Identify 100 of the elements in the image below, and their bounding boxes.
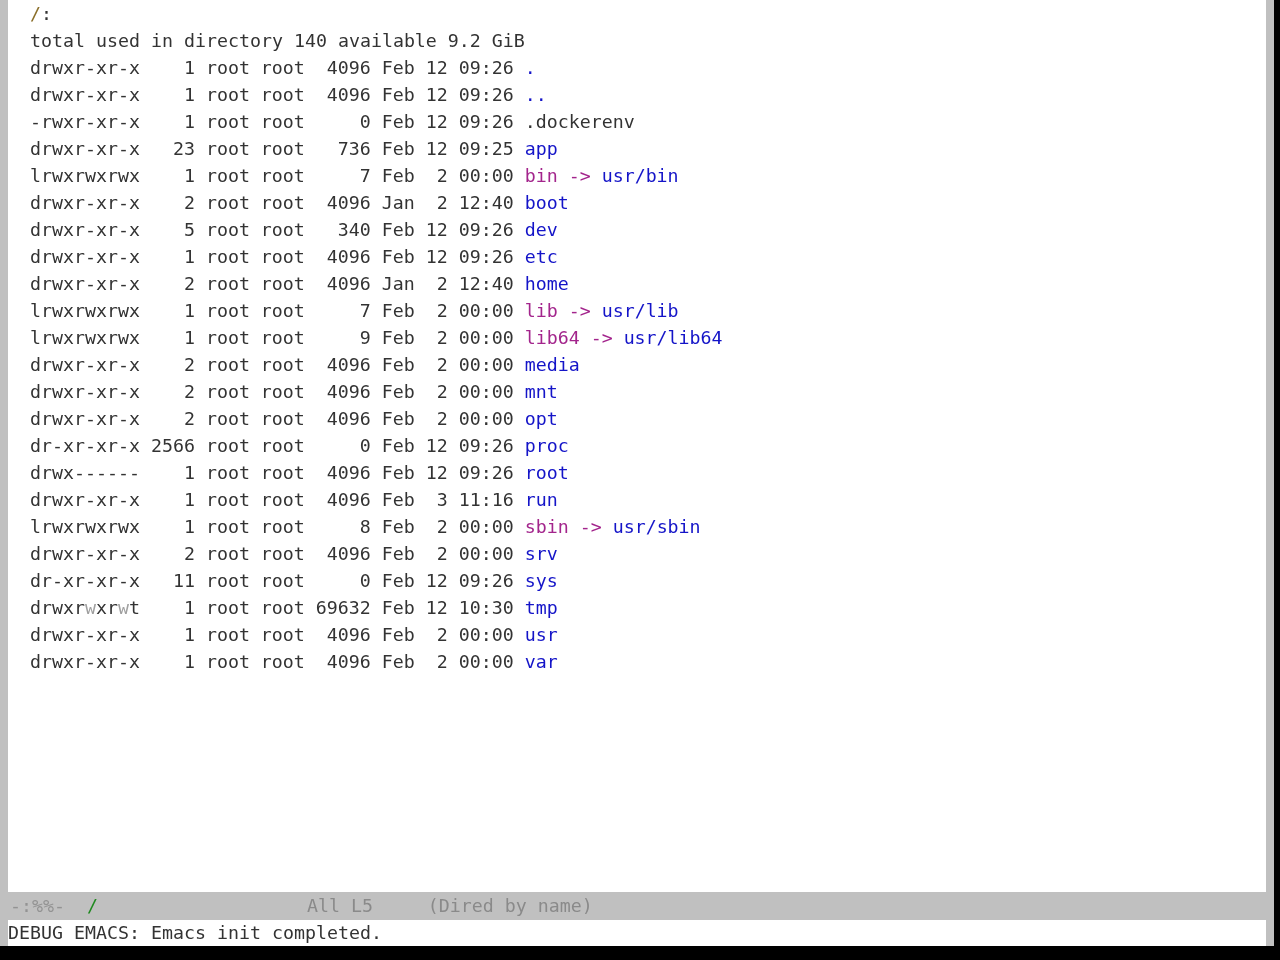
modified-month: Feb xyxy=(381,650,415,674)
symlink-name[interactable]: sbin xyxy=(524,513,569,540)
permissions-text: drwxr-xr-x xyxy=(30,380,140,404)
owner-name: root xyxy=(205,299,250,323)
link-count: 1 xyxy=(183,515,195,539)
permissions-text: lrwxrwxrwx xyxy=(30,326,140,350)
file-size: 7 xyxy=(359,299,371,323)
directory-name[interactable]: root xyxy=(524,459,569,486)
modified-day: 2 xyxy=(436,189,448,216)
permissions-text: lrwxrwxrwx xyxy=(30,164,140,188)
modified-month: Feb xyxy=(381,569,415,593)
permissions-text: drwxr-xr-x xyxy=(30,245,140,269)
permissions-text: drwxr-xr-x xyxy=(30,218,140,242)
directory-name[interactable]: run xyxy=(524,486,558,513)
permissions-text: drwxr-xr-x xyxy=(30,56,140,80)
link-count: 1 xyxy=(183,326,195,350)
file-size: 0 xyxy=(359,434,371,458)
group-name: root xyxy=(260,542,305,566)
link-count: 1 xyxy=(183,488,195,512)
modified-month: Feb xyxy=(381,596,415,620)
directory-name[interactable]: media xyxy=(524,351,580,378)
directory-name[interactable]: sys xyxy=(524,567,558,594)
directory-name[interactable]: home xyxy=(524,270,569,297)
file-size: 4096 xyxy=(326,245,371,269)
link-count: 23 xyxy=(172,137,195,161)
owner-name: root xyxy=(205,623,250,647)
group-name: root xyxy=(260,272,305,296)
permissions-text: drwxr-xr-x xyxy=(30,542,140,566)
modified-time: 00:00 xyxy=(458,650,514,674)
directory-name[interactable]: var xyxy=(524,648,558,675)
link-target: usr/lib xyxy=(601,299,679,323)
file-size: 4096 xyxy=(326,353,371,377)
file-size: 69632 xyxy=(315,596,371,620)
file-size: 736 xyxy=(337,137,371,161)
directory-name[interactable]: opt xyxy=(524,405,558,432)
file-size: 4096 xyxy=(326,83,371,107)
directory-name[interactable]: boot xyxy=(524,189,569,216)
modified-day: 12 xyxy=(425,54,448,81)
directory-name[interactable]: srv xyxy=(524,540,558,567)
link-count: 1 xyxy=(183,56,195,80)
permissions-text: drwxr-xr-x xyxy=(30,650,140,674)
link-target: usr/bin xyxy=(601,164,679,188)
directory-name[interactable]: etc xyxy=(524,243,558,270)
group-name: root xyxy=(260,353,305,377)
modified-month: Feb xyxy=(381,218,415,242)
modified-time: 09:26 xyxy=(458,569,514,593)
group-name: root xyxy=(260,407,305,431)
directory-name[interactable]: dev xyxy=(524,216,558,243)
modified-day: 12 xyxy=(425,432,448,459)
owner-name: root xyxy=(205,515,250,539)
permissions-text: drwxr-xr-x xyxy=(30,407,140,431)
group-name: root xyxy=(260,245,305,269)
owner-name: root xyxy=(205,434,250,458)
file-size: 4096 xyxy=(326,461,371,485)
permissions-text: lrwxrwxrwx xyxy=(30,515,140,539)
modified-time: 11:16 xyxy=(458,488,514,512)
owner-name: root xyxy=(205,191,250,215)
owner-name: root xyxy=(205,245,250,269)
group-name: root xyxy=(260,164,305,188)
owner-name: root xyxy=(205,218,250,242)
directory-name[interactable]: .. xyxy=(524,81,547,108)
owner-name: root xyxy=(205,137,250,161)
modified-month: Feb xyxy=(381,542,415,566)
owner-name: root xyxy=(205,83,250,107)
owner-name: root xyxy=(205,407,250,431)
link-count: 2 xyxy=(183,542,195,566)
file-size: 4096 xyxy=(326,380,371,404)
group-name: root xyxy=(260,434,305,458)
modified-time: 09:26 xyxy=(458,83,514,107)
file-name[interactable]: .dockerenv xyxy=(524,108,635,135)
directory-name[interactable]: usr xyxy=(524,621,558,648)
permissions-text: drwxr-xr-x xyxy=(30,191,140,215)
directory-name[interactable]: . xyxy=(524,54,536,81)
directory-name[interactable]: app xyxy=(524,135,558,162)
modified-month: Feb xyxy=(381,299,415,323)
owner-name: root xyxy=(205,353,250,377)
link-count: 1 xyxy=(183,245,195,269)
group-name: root xyxy=(260,461,305,485)
group-name: root xyxy=(260,299,305,323)
link-arrow: -> xyxy=(568,299,591,323)
group-name: root xyxy=(260,110,305,134)
directory-name[interactable]: proc xyxy=(524,432,569,459)
link-count: 2 xyxy=(183,191,195,215)
link-count: 11 xyxy=(172,569,195,593)
link-count: 2 xyxy=(183,353,195,377)
modified-day: 2 xyxy=(436,351,448,378)
directory-name[interactable]: tmp xyxy=(524,594,558,621)
symlink-name[interactable]: lib64 xyxy=(524,324,580,351)
modified-day: 2 xyxy=(436,378,448,405)
modified-time: 09:26 xyxy=(458,110,514,134)
link-count: 1 xyxy=(183,299,195,323)
permissions-text: dr-xr-xr-x xyxy=(30,434,140,458)
modified-time: 00:00 xyxy=(458,299,514,323)
symlink-name[interactable]: lib xyxy=(524,297,558,324)
directory-header: /: xyxy=(30,3,52,24)
file-size: 4096 xyxy=(326,650,371,674)
symlink-name[interactable]: bin xyxy=(524,162,558,189)
permissions-text: drwxrwxrwt xyxy=(30,596,140,620)
directory-name[interactable]: mnt xyxy=(524,378,558,405)
echo-message: DEBUG EMACS: Emacs init completed. xyxy=(8,922,382,943)
